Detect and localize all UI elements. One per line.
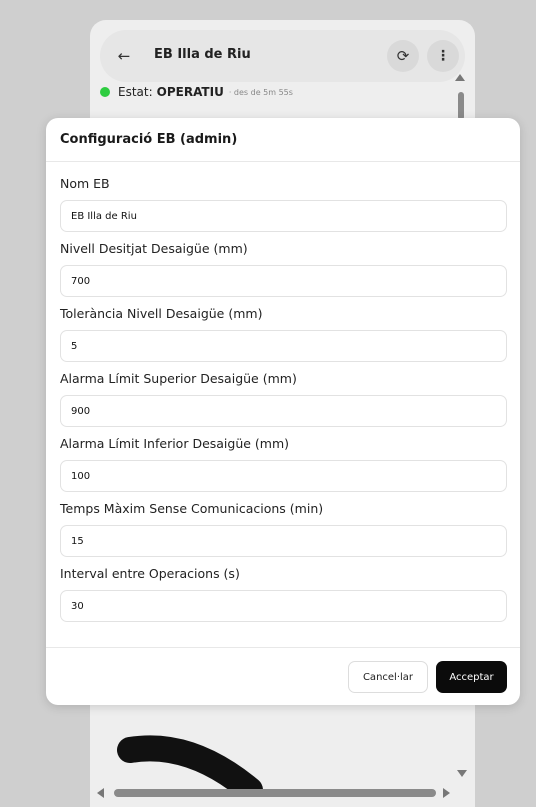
menu-button[interactable]: ⋮	[427, 40, 459, 72]
arrow-left-icon: ←	[117, 47, 131, 65]
field-label: Tolerància Nivell Desaigüe (mm)	[60, 306, 263, 321]
field-label: Nom EB	[60, 176, 110, 191]
tolerancia-input[interactable]	[60, 330, 507, 362]
field-nom-eb: Nom EB	[60, 176, 507, 232]
back-button[interactable]: ←	[108, 40, 140, 72]
field-label: Alarma Límit Inferior Desaigüe (mm)	[60, 436, 290, 451]
app-header: ← EB Illa de Riu ⟳ ⋮	[100, 30, 465, 82]
accept-button[interactable]: Acceptar	[436, 661, 507, 693]
alarma-inferior-input[interactable]	[60, 460, 507, 492]
cancel-button[interactable]: Cancel·lar	[348, 661, 428, 693]
refresh-button[interactable]: ⟳	[387, 40, 419, 72]
app-title: EB Illa de Riu	[154, 47, 251, 62]
field-alarma-superior: Alarma Límit Superior Desaigüe (mm)	[60, 371, 507, 427]
horizontal-scrollbar[interactable]	[114, 789, 436, 797]
status-since: · des de 5m 55s	[228, 87, 293, 97]
field-label: Nivell Desitjat Desaigüe (mm)	[60, 241, 248, 256]
config-dialog: Configuració EB (admin) Nom EB Nivell De…	[46, 118, 520, 705]
scroll-right-icon[interactable]	[443, 788, 450, 798]
dialog-header: Configuració EB (admin)	[46, 118, 520, 162]
alarma-superior-input[interactable]	[60, 395, 507, 427]
temps-maxim-input[interactable]	[60, 525, 507, 557]
vertical-scrollbar[interactable]	[458, 92, 464, 120]
field-tolerancia: Tolerància Nivell Desaigüe (mm)	[60, 306, 507, 362]
status-label: Estat:	[118, 85, 153, 99]
config-form: Nom EB Nivell Desitjat Desaigüe (mm) Tol…	[46, 162, 520, 622]
field-alarma-inferior: Alarma Límit Inferior Desaigüe (mm)	[60, 436, 507, 492]
nivell-desitjat-input[interactable]	[60, 265, 507, 297]
field-nivell-desitjat: Nivell Desitjat Desaigüe (mm)	[60, 241, 507, 297]
scroll-left-icon[interactable]	[97, 788, 104, 798]
field-label: Alarma Límit Superior Desaigüe (mm)	[60, 371, 297, 386]
field-label: Interval entre Operacions (s)	[60, 566, 240, 581]
dialog-title: Configuració EB (admin)	[60, 132, 238, 147]
status-row: Estat: OPERATIU · des de 5m 55s	[100, 82, 293, 102]
status-value: OPERATIU	[156, 85, 224, 99]
field-label: Temps Màxim Sense Comunicacions (min)	[60, 501, 324, 516]
gauge-arc	[117, 735, 263, 790]
dialog-footer: Cancel·lar Acceptar	[46, 647, 520, 705]
field-temps-maxim: Temps Màxim Sense Comunicacions (min)	[60, 501, 507, 557]
scroll-up-icon[interactable]	[455, 74, 465, 81]
nom-eb-input[interactable]	[60, 200, 507, 232]
status-dot-icon	[100, 87, 110, 97]
interval-input[interactable]	[60, 590, 507, 622]
kebab-menu-icon: ⋮	[436, 48, 450, 64]
field-interval: Interval entre Operacions (s)	[60, 566, 507, 622]
refresh-icon: ⟳	[396, 47, 410, 65]
scroll-down-icon[interactable]	[457, 770, 467, 777]
